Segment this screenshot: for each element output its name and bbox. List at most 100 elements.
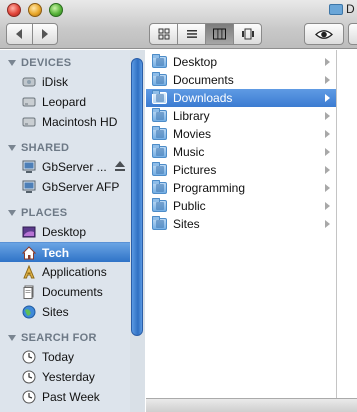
eject-icon[interactable] bbox=[115, 161, 125, 172]
sidebar-item-idisk[interactable]: iDisk bbox=[0, 72, 131, 92]
sidebar-item-label: Macintosh HD bbox=[42, 115, 118, 129]
section-header[interactable]: SEARCH FOR bbox=[0, 329, 131, 347]
column-view-icon bbox=[213, 28, 226, 40]
section-header[interactable]: DEVICES bbox=[0, 54, 131, 72]
column-item-music[interactable]: Music bbox=[146, 143, 336, 161]
column-item-label: Documents bbox=[173, 73, 234, 87]
section-header-label: SEARCH FOR bbox=[21, 332, 97, 344]
folder-icon bbox=[152, 162, 167, 176]
sidebar-item-applications[interactable]: Applications bbox=[0, 262, 131, 282]
disclosure-arrow-icon bbox=[325, 148, 330, 156]
sidebar-item-leopard[interactable]: Leopard bbox=[0, 92, 131, 112]
folder-icon bbox=[152, 216, 167, 230]
column-item-downloads[interactable]: Downloads bbox=[146, 89, 336, 107]
column-item-documents[interactable]: Documents bbox=[146, 71, 336, 89]
sidebar-item-tech[interactable]: Tech bbox=[0, 242, 131, 262]
icon-view-icon bbox=[158, 28, 169, 40]
column-item-label: Downloads bbox=[173, 91, 233, 105]
globe-icon bbox=[22, 305, 36, 319]
sidebar-section-devices: DEVICES iDisk Leopard Macintosh HD bbox=[0, 54, 131, 132]
sidebar-item-yesterday[interactable]: Yesterday bbox=[0, 367, 131, 387]
folder-icon bbox=[329, 3, 343, 15]
sidebar-item-gbserver-afp[interactable]: GbServer AFP bbox=[0, 177, 131, 197]
sidebar-item-macintosh-hd[interactable]: Macintosh HD bbox=[0, 112, 131, 132]
applications-icon bbox=[22, 265, 36, 279]
clock-icon bbox=[22, 390, 36, 404]
documents-icon bbox=[22, 285, 36, 299]
window-title-text: D bbox=[346, 2, 355, 16]
disclosure-arrow-icon bbox=[325, 130, 330, 138]
disclosure-arrow-icon bbox=[325, 184, 330, 192]
column-item-label: Programming bbox=[173, 181, 246, 195]
folder-icon bbox=[152, 144, 167, 158]
eye-icon bbox=[315, 29, 333, 39]
sidebar-item-label: iDisk bbox=[42, 75, 68, 89]
column-item-label: Public bbox=[173, 199, 206, 213]
column-item-movies[interactable]: Movies bbox=[146, 125, 336, 143]
disclosure-triangle-icon bbox=[8, 145, 16, 151]
column-item-programming[interactable]: Programming bbox=[146, 179, 336, 197]
list-view-icon bbox=[186, 30, 197, 38]
column-view-button[interactable] bbox=[205, 24, 233, 44]
disclosure-arrow-icon bbox=[325, 166, 330, 174]
sidebar-item-past-week[interactable]: Past Week bbox=[0, 387, 131, 407]
back-forward-control bbox=[6, 23, 58, 45]
sidebar: DEVICES iDisk Leopard Macintosh HD SHARE… bbox=[0, 50, 145, 412]
section-header[interactable]: PLACES bbox=[0, 204, 131, 222]
column-item-library[interactable]: Library bbox=[146, 107, 336, 125]
sidebar-item-label: Documents bbox=[42, 285, 103, 299]
hard-drive-icon bbox=[22, 95, 36, 109]
disclosure-arrow-icon bbox=[325, 58, 330, 66]
view-mode-control bbox=[149, 23, 262, 45]
column-item-label: Pictures bbox=[173, 163, 217, 177]
disclosure-arrow-icon bbox=[325, 94, 330, 102]
close-window-button[interactable] bbox=[7, 3, 21, 17]
column-item-label: Movies bbox=[173, 127, 212, 141]
sidebar-item-gbserver[interactable]: GbServer ... bbox=[0, 157, 131, 177]
sidebar-item-label: Sites bbox=[42, 305, 69, 319]
sidebar-item-label: Today bbox=[42, 350, 75, 364]
disclosure-triangle-icon bbox=[8, 335, 16, 341]
zoom-window-button[interactable] bbox=[49, 3, 63, 17]
sidebar-item-label: GbServer ... bbox=[42, 160, 107, 174]
minimize-window-button[interactable] bbox=[28, 3, 42, 17]
sidebar-scrollbar-thumb[interactable] bbox=[131, 58, 143, 336]
window-title: D bbox=[329, 2, 355, 16]
action-button[interactable] bbox=[348, 23, 357, 45]
sidebar-item-label: Leopard bbox=[42, 95, 87, 109]
sidebar-item-label: Past Week bbox=[42, 390, 100, 404]
column-item-label: Library bbox=[173, 109, 210, 123]
sidebar-item-label: Yesterday bbox=[42, 370, 95, 384]
folder-icon bbox=[152, 54, 167, 68]
icon-view-button[interactable] bbox=[150, 24, 177, 44]
horizontal-scrollbar[interactable] bbox=[146, 398, 357, 412]
list-view-button[interactable] bbox=[177, 24, 205, 44]
column-item-sites[interactable]: Sites bbox=[146, 215, 336, 233]
folder-icon bbox=[152, 90, 167, 104]
sidebar-item-label: Desktop bbox=[42, 225, 87, 239]
coverflow-view-button[interactable] bbox=[233, 24, 261, 44]
column-item-pictures[interactable]: Pictures bbox=[146, 161, 336, 179]
quick-look-button[interactable] bbox=[304, 23, 344, 45]
column-item-desktop[interactable]: Desktop bbox=[146, 53, 336, 71]
sidebar-section-places: PLACES Desktop Tech Applications Documen… bbox=[0, 204, 131, 322]
sidebar-item-label: GbServer AFP bbox=[42, 180, 120, 194]
section-header-label: SHARED bbox=[21, 142, 70, 154]
coverflow-view-icon bbox=[241, 28, 254, 40]
section-header-label: PLACES bbox=[21, 207, 68, 219]
clock-icon bbox=[22, 370, 36, 384]
section-header[interactable]: SHARED bbox=[0, 139, 131, 157]
browser-column-empty bbox=[337, 50, 357, 412]
disclosure-triangle-icon bbox=[8, 60, 16, 66]
sidebar-item-today[interactable]: Today bbox=[0, 347, 131, 367]
sidebar-item-documents[interactable]: Documents bbox=[0, 282, 131, 302]
forward-button[interactable] bbox=[31, 24, 58, 44]
sidebar-item-label: Tech bbox=[42, 245, 70, 260]
sidebar-item-sites[interactable]: Sites bbox=[0, 302, 131, 322]
section-header-label: DEVICES bbox=[21, 57, 72, 69]
back-button[interactable] bbox=[7, 24, 32, 44]
column-item-public[interactable]: Public bbox=[146, 197, 336, 215]
sidebar-section-shared: SHARED GbServer ... GbServer AFP bbox=[0, 139, 131, 197]
sidebar-section-search-for: SEARCH FOR Today Yesterday Past Week bbox=[0, 329, 131, 407]
sidebar-item-desktop[interactable]: Desktop bbox=[0, 222, 131, 242]
